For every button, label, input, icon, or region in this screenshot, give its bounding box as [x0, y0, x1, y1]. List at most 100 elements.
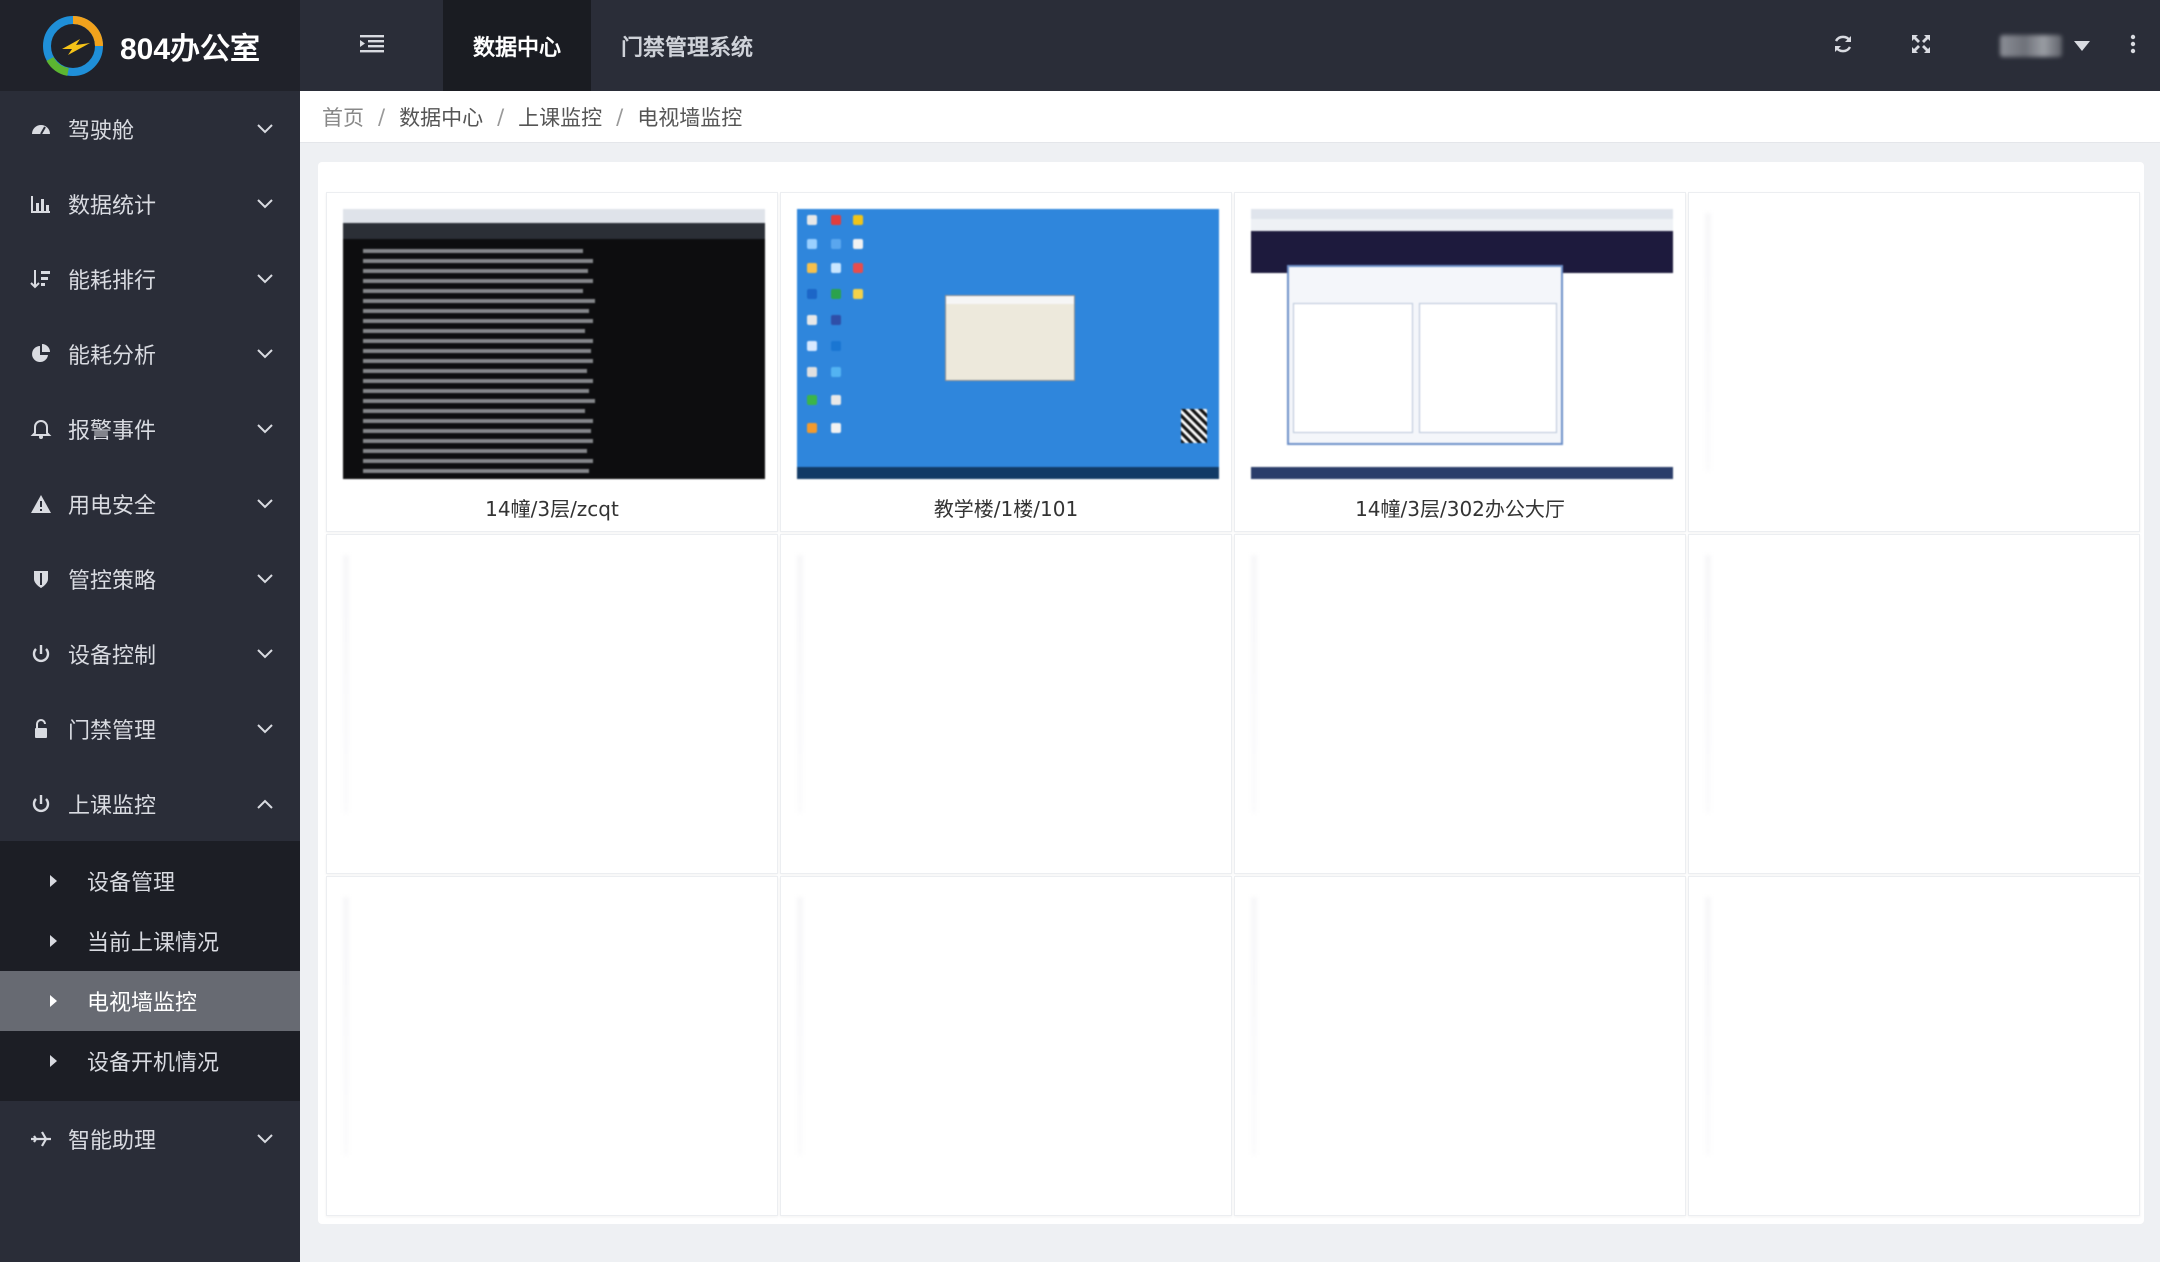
breadcrumb-data-center[interactable]: 数据中心: [399, 102, 483, 132]
refresh-button[interactable]: [1804, 0, 1882, 91]
chevron-down-icon: [254, 343, 276, 365]
breadcrumb-home[interactable]: 首页: [322, 102, 364, 132]
caret-right-icon: [50, 995, 57, 1007]
empty-screen-slot: [780, 876, 1232, 1216]
submenu-item-label: 设备开机情况: [87, 1051, 220, 1076]
empty-screen-slot: [326, 876, 778, 1216]
top-bar: 数据中心 门禁管理系统: [300, 0, 2160, 91]
avatar: [2000, 34, 2062, 57]
submenu-item-device-power[interactable]: 设备开机情况: [0, 1031, 300, 1091]
empty-screen-slot: [1234, 534, 1686, 874]
screen-preview[interactable]: [797, 209, 1219, 479]
chevron-down-icon: [254, 268, 276, 290]
chevron-down-icon: [254, 493, 276, 515]
tab-access-system[interactable]: 门禁管理系统: [591, 0, 783, 91]
sidebar-item-label: 用电安全: [68, 493, 157, 519]
sidebar-item-analysis[interactable]: 能耗分析: [0, 316, 300, 391]
screen-tile[interactable]: 14幢/3层/302办公大厅: [1234, 192, 1686, 532]
fullscreen-button[interactable]: [1882, 0, 1960, 91]
breadcrumb-current: 电视墙监控: [637, 105, 743, 130]
sidebar-item-label: 门禁管理: [68, 718, 157, 744]
pie-chart-icon: [28, 341, 54, 367]
breadcrumb: 首页 / 数据中心 / 上课监控 / 电视墙监控: [300, 91, 2160, 143]
sidebar-item-label: 能耗分析: [68, 343, 157, 369]
shield-icon: [28, 566, 54, 592]
caret-right-icon: [50, 935, 57, 947]
sidebar-item-label: 设备控制: [68, 643, 157, 669]
caret-down-icon: [2074, 36, 2090, 55]
chevron-down-icon: [254, 718, 276, 740]
sidebar-toggle-button[interactable]: [300, 0, 443, 91]
empty-screen-slot: [1688, 192, 2140, 532]
submenu-item-label: 设备管理: [87, 871, 176, 896]
caret-right-icon: [50, 875, 57, 887]
sidebar-item-device-control[interactable]: 设备控制: [0, 616, 300, 691]
submenu-item-tv-wall[interactable]: 电视墙监控: [0, 971, 300, 1031]
more-button[interactable]: [2116, 0, 2150, 91]
chevron-down-icon: [254, 1128, 276, 1150]
bar-chart-icon: [28, 191, 54, 217]
screen-preview[interactable]: [343, 209, 765, 479]
empty-screen-slot: [1688, 876, 2140, 1216]
screen-caption: 14幢/3层/302办公大厅: [1355, 497, 1565, 521]
class-monitor-submenu: 设备管理 当前上课情况 电视墙监控 设备开机情况: [0, 841, 300, 1101]
sidebar-menu: 驾驶舱 数据统计 能耗排行 能耗分析 报警事件 用电安全 管控策略 设备控制 门…: [0, 91, 300, 1176]
sidebar-item-electric-safety[interactable]: 用电安全: [0, 466, 300, 541]
sidebar-item-assistant[interactable]: 智能助理: [0, 1101, 300, 1176]
sidebar-item-control-policy[interactable]: 管控策略: [0, 541, 300, 616]
sidebar-item-label: 数据统计: [68, 193, 157, 219]
tab-data-center[interactable]: 数据中心: [443, 0, 592, 91]
empty-screen-slot: [1688, 534, 2140, 874]
chevron-down-icon: [254, 118, 276, 140]
sidebar-item-label: 上课监控: [68, 793, 157, 819]
sidebar-item-cockpit[interactable]: 驾驶舱: [0, 91, 300, 166]
sidebar-item-access-control[interactable]: 门禁管理: [0, 691, 300, 766]
submenu-item-device-management[interactable]: 设备管理: [0, 851, 300, 911]
sidebar-item-ranking[interactable]: 能耗排行: [0, 241, 300, 316]
sidebar-item-label: 能耗排行: [68, 268, 157, 294]
expand-icon: [1910, 33, 1932, 59]
app-title: 804办公室: [120, 32, 261, 66]
chevron-down-icon: [254, 418, 276, 440]
chevron-down-icon: [254, 568, 276, 590]
sort-amount-icon: [28, 266, 54, 292]
chevron-down-icon: [254, 643, 276, 665]
user-menu[interactable]: [1960, 0, 2116, 91]
tv-wall-panel: 14幢/3层/zcqt 教学楼/1楼/101 14幢/3层/302办公大厅: [318, 162, 2144, 1224]
dashboard-icon: [28, 116, 54, 142]
submenu-item-label: 电视墙监控: [87, 991, 198, 1016]
sidebar-item-label: 驾驶舱: [68, 118, 135, 144]
sidebar: 804办公室 驾驶舱 数据统计 能耗排行 能耗分析 报警事件 用电安全 管控策略…: [0, 0, 300, 1262]
sidebar-item-label: 智能助理: [68, 1128, 157, 1154]
submenu-item-label: 当前上课情况: [87, 931, 220, 956]
sidebar-item-class-monitor[interactable]: 上课监控: [0, 766, 300, 841]
plane-icon: [28, 1126, 54, 1152]
menu-indent-icon: [359, 34, 384, 58]
warning-icon: [28, 491, 54, 517]
chevron-down-icon: [254, 193, 276, 215]
logo-icon: [40, 13, 106, 79]
sidebar-item-label: 报警事件: [68, 418, 157, 444]
power-icon: [28, 791, 54, 817]
screen-caption: 教学楼/1楼/101: [933, 497, 1079, 521]
bell-icon: [28, 416, 54, 442]
screen-preview[interactable]: [1251, 209, 1673, 479]
power-icon: [28, 641, 54, 667]
screen-caption: 14幢/3层/zcqt: [485, 497, 619, 521]
screen-tile[interactable]: 14幢/3层/zcqt: [326, 192, 778, 532]
chevron-up-icon: [254, 793, 276, 815]
unlock-icon: [28, 716, 54, 742]
sidebar-item-statistics[interactable]: 数据统计: [0, 166, 300, 241]
screen-tile[interactable]: 教学楼/1楼/101: [780, 192, 1232, 532]
caret-right-icon: [50, 1055, 57, 1067]
refresh-icon: [1832, 33, 1854, 59]
sidebar-item-alarms[interactable]: 报警事件: [0, 391, 300, 466]
empty-screen-slot: [1234, 876, 1686, 1216]
submenu-item-current-class[interactable]: 当前上课情况: [0, 911, 300, 971]
empty-screen-slot: [780, 534, 1232, 874]
more-vertical-icon: [2130, 34, 2136, 58]
logo[interactable]: 804办公室: [0, 0, 300, 91]
breadcrumb-class-monitor[interactable]: 上课监控: [518, 102, 602, 132]
tv-wall-grid: 14幢/3层/zcqt 教学楼/1楼/101 14幢/3层/302办公大厅: [326, 192, 2140, 1216]
empty-screen-slot: [326, 534, 778, 874]
